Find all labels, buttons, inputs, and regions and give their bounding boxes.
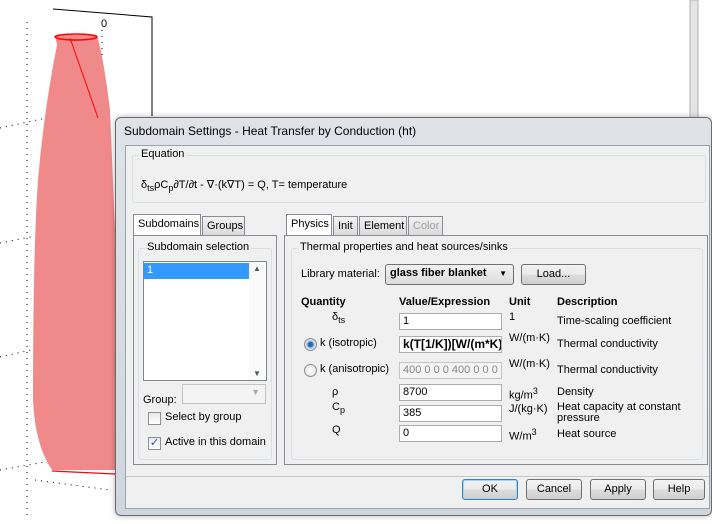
quantity-k-isotropic: k (isotropic): [320, 337, 377, 349]
subdomain-list[interactable]: 1 ▲ ▼: [143, 261, 267, 381]
value-header: Value/Expression: [399, 296, 491, 308]
group-select[interactable]: ▼: [182, 384, 266, 404]
k-anisotropic-input: 400 0 0 0 400 0 0 0 400: [399, 362, 502, 379]
tab-color: Color: [408, 216, 443, 236]
quantity-cp: Cp: [332, 401, 345, 416]
vase-bottom-edge: [51, 470, 116, 475]
scroll-down-icon[interactable]: ▼: [253, 369, 261, 378]
physics-panel: Thermal properties and heat sources/sink…: [284, 235, 708, 465]
tab-subdomains[interactable]: Subdomains: [133, 214, 201, 236]
unit-header: Unit: [509, 296, 531, 308]
unit-k-isotropic: W/(m·K): [509, 332, 550, 344]
k-isotropic-radio[interactable]: [304, 338, 317, 351]
select-by-group-label: Select by group: [165, 411, 242, 423]
active-in-domain-checkbox[interactable]: ✓: [148, 437, 161, 450]
subdomain-settings-dialog: Subdomain Settings - Heat Transfer by Co…: [115, 117, 712, 516]
vase-solid: [33, 35, 125, 470]
subdomain-selection-label: Subdomain selection: [145, 241, 252, 253]
tab-element[interactable]: Element: [359, 216, 407, 236]
quantity-k-anisotropic: k (anisotropic): [320, 363, 390, 375]
equation-group: Equation δtsρCp∂T/∂t - ∇·(k∇T) = Q, T= t…: [132, 148, 706, 203]
unit-heat-source: W/m3: [509, 427, 537, 443]
unit-k-anisotropic: W/(m·K): [509, 358, 550, 370]
library-material-select[interactable]: glass fiber blanket ▼: [385, 264, 514, 285]
desc-density: Density: [557, 386, 594, 398]
k-anisotropic-radio[interactable]: [304, 364, 317, 377]
tab-physics[interactable]: Physics: [286, 214, 332, 236]
thermal-properties-group: Thermal properties and heat sources/sink…: [291, 241, 703, 460]
chevron-down-icon: ▼: [251, 387, 260, 397]
unit-density: kg/m3: [509, 386, 538, 402]
subdomain-selection-group: Subdomain selection 1 ▲ ▼ Group: ▼ Selec…: [138, 241, 272, 460]
group-label: Group:: [143, 394, 177, 406]
quantity-delta-ts: δts: [332, 311, 346, 326]
load-button[interactable]: Load...: [521, 264, 586, 285]
thermal-properties-label: Thermal properties and heat sources/sink…: [298, 241, 510, 253]
desc-k-anisotropic: Thermal conductivity: [557, 364, 658, 376]
apply-button[interactable]: Apply: [590, 479, 646, 500]
cp-input[interactable]: 385: [399, 405, 502, 422]
unit-cp: J/(kg·K): [509, 403, 548, 415]
help-button[interactable]: Help: [653, 479, 705, 500]
scroll-up-icon[interactable]: ▲: [253, 264, 261, 273]
tab-groups[interactable]: Groups: [202, 216, 245, 236]
unit-delta-ts: 1: [509, 311, 516, 323]
active-in-domain-label: Active in this domain: [165, 436, 266, 448]
dialog-title: Subdomain Settings - Heat Transfer by Co…: [124, 124, 417, 138]
quantity-header: Quantity: [301, 296, 346, 308]
equation-text: δtsρCp∂T/∂t - ∇·(k∇T) = Q, T= temperatur…: [141, 179, 348, 194]
desc-delta-ts: Time-scaling coefficient: [557, 315, 672, 327]
desc-heat-source: Heat source: [557, 428, 617, 440]
desc-k-isotropic: Thermal conductivity: [557, 338, 658, 350]
subdomains-panel: Subdomain selection 1 ▲ ▼ Group: ▼ Selec…: [133, 235, 277, 465]
heat-source-input[interactable]: 0: [399, 425, 502, 442]
k-isotropic-input[interactable]: k(T[1/K])[W/(m*K)]: [399, 336, 502, 353]
desc-cp: Heat capacity at constant pressure: [557, 401, 681, 424]
list-scrollbar[interactable]: ▲ ▼: [249, 262, 266, 380]
view-scrollbar[interactable]: [689, 0, 699, 121]
dialog-client: Equation δtsρCp∂T/∂t - ∇·(k∇T) = Q, T= t…: [125, 145, 710, 509]
ok-button[interactable]: OK: [462, 479, 518, 500]
library-material-label: Library material:: [301, 268, 380, 280]
chevron-down-icon: ▼: [499, 269, 507, 278]
axis-tick-label: 0: [101, 18, 107, 30]
density-input[interactable]: 8700: [399, 384, 502, 401]
button-divider: [126, 476, 709, 477]
list-item[interactable]: 1: [144, 263, 249, 279]
quantity-density: ρ: [332, 386, 339, 398]
tab-init[interactable]: Init: [333, 216, 358, 236]
description-header: Description: [557, 296, 618, 308]
cancel-button[interactable]: Cancel: [526, 479, 582, 500]
delta-ts-input[interactable]: 1: [399, 313, 502, 330]
equation-label: Equation: [139, 148, 187, 160]
select-by-group-checkbox[interactable]: [148, 412, 161, 425]
quantity-q: Q: [332, 424, 341, 436]
